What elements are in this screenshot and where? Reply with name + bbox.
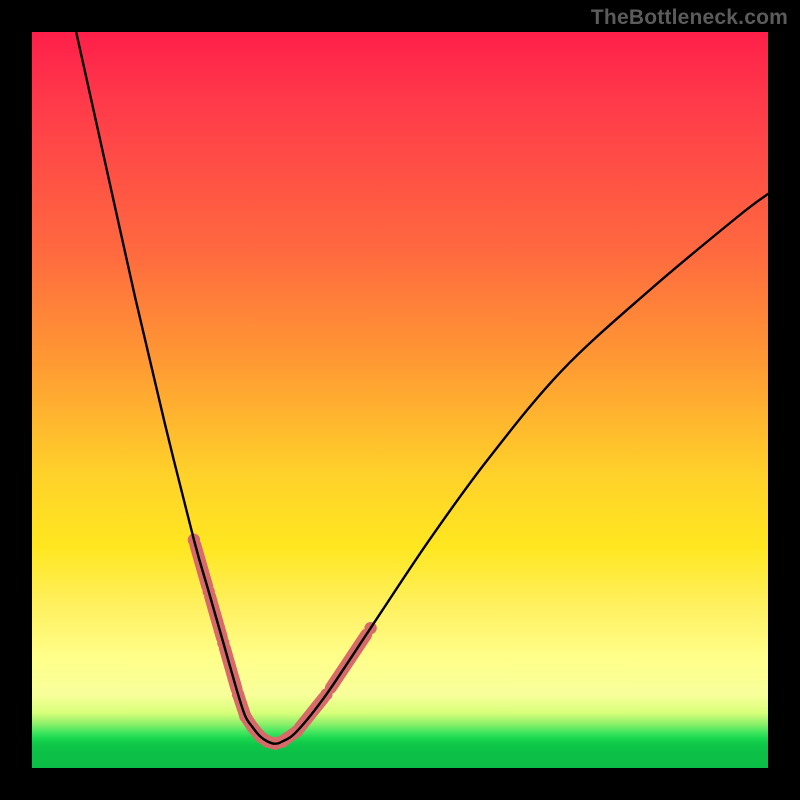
plot-frame	[32, 32, 768, 768]
curves-svg	[32, 32, 768, 768]
bottleneck-curve	[76, 32, 768, 744]
watermark-text: TheBottleneck.com	[591, 6, 788, 30]
chart-stage: TheBottleneck.com	[0, 0, 800, 800]
plot-area	[32, 32, 768, 768]
marker-layer	[188, 534, 377, 750]
